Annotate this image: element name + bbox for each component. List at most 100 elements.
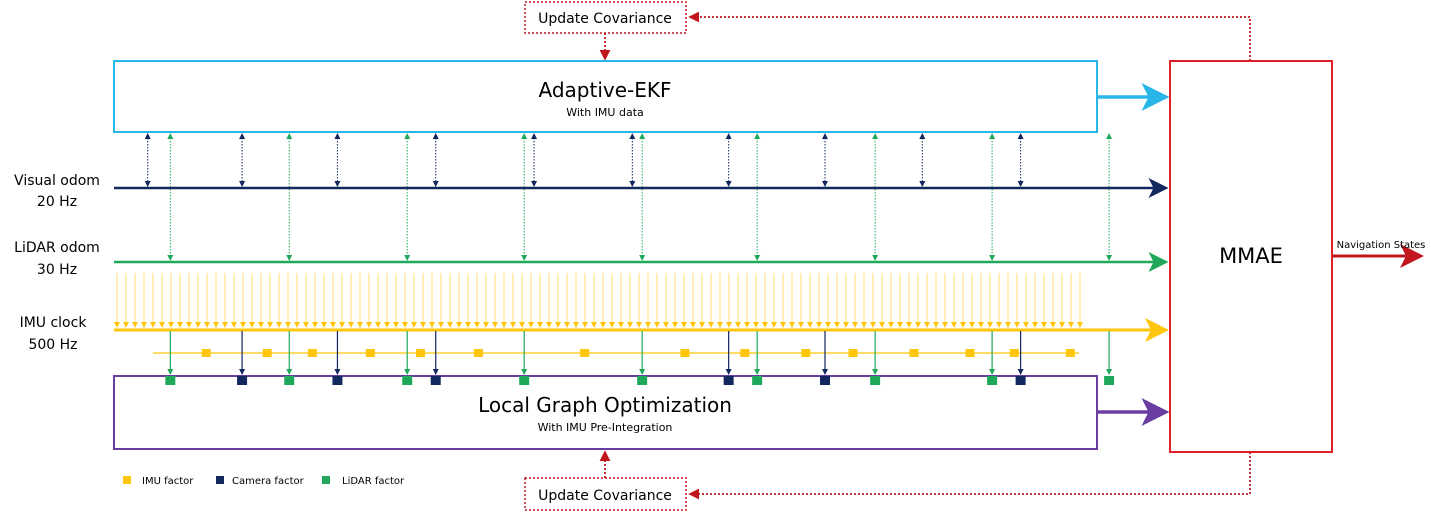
legend-imu-label: IMU factor bbox=[142, 476, 194, 487]
imu-tick-arrowhead bbox=[429, 322, 435, 328]
sensor-fusion-diagram: Update Covariance Adaptive-EKF With IMU … bbox=[14, 1, 1426, 511]
imu-tick-arrowhead bbox=[411, 322, 417, 328]
imu-tick-arrowhead bbox=[285, 322, 291, 328]
legend: IMU factor Camera factor LiDAR factor bbox=[123, 476, 405, 487]
imu-tick-arrowhead bbox=[177, 322, 183, 328]
imu-tick-arrowhead bbox=[645, 322, 651, 328]
imu-tick-arrowhead bbox=[402, 322, 408, 328]
imu-tick-arrowhead bbox=[627, 322, 633, 328]
lidar-ekf-arrowhead-up bbox=[872, 133, 879, 139]
lidar-factor-arrowhead bbox=[521, 369, 528, 375]
imu-tick-arrowhead bbox=[942, 322, 948, 328]
imu-tick-arrowhead bbox=[546, 322, 552, 328]
imu-tick-arrowhead bbox=[798, 322, 804, 328]
visual-ekf-arrowhead-up bbox=[144, 133, 151, 139]
camera-factor-arrowhead bbox=[1017, 369, 1024, 375]
imu-tick-arrowhead bbox=[213, 322, 219, 328]
imu-tick-arrowhead bbox=[1077, 322, 1083, 328]
camera-factor-node bbox=[1015, 376, 1026, 385]
imu-tick-arrowhead bbox=[276, 322, 282, 328]
imu-tick-arrowhead bbox=[1041, 322, 1047, 328]
visual-line-arrowhead bbox=[629, 181, 636, 187]
local-graph-optimization-subtitle: With IMU Pre-Integration bbox=[538, 421, 673, 434]
imu-tick-arrowhead bbox=[501, 322, 507, 328]
imu-tick-arrowhead bbox=[690, 322, 696, 328]
imu-tick-arrowhead bbox=[636, 322, 642, 328]
navigation-states-label: Navigation States bbox=[1337, 240, 1426, 251]
legend-lidar-label: LiDAR factor bbox=[342, 476, 405, 487]
lidar-line-arrowhead bbox=[167, 255, 174, 261]
measurement-link-layer bbox=[144, 133, 1113, 261]
imu-tick-arrowhead bbox=[240, 322, 246, 328]
imu-tick-arrowhead bbox=[1050, 322, 1056, 328]
imu-tick-arrowhead bbox=[330, 322, 336, 328]
update-covariance-top-label: Update Covariance bbox=[538, 11, 672, 27]
local-graph-optimization-title: Local Graph Optimization bbox=[478, 393, 732, 417]
imu-tick-arrowhead bbox=[753, 322, 759, 328]
imu-factor-node bbox=[201, 349, 211, 357]
lidar-ekf-arrowhead-up bbox=[754, 133, 761, 139]
imu-tick-arrowhead bbox=[879, 322, 885, 328]
imu-tick-arrowhead bbox=[843, 322, 849, 328]
imu-tick-arrowhead bbox=[789, 322, 795, 328]
lidar-line-arrowhead bbox=[521, 255, 528, 261]
imu-tick-layer bbox=[114, 273, 1083, 328]
camera-factor-arrowhead bbox=[821, 369, 828, 375]
imu-tick-arrowhead bbox=[1068, 322, 1074, 328]
lidar-ekf-arrowhead-up bbox=[404, 133, 411, 139]
imu-tick-arrowhead bbox=[897, 322, 903, 328]
imu-tick-arrowhead bbox=[168, 322, 174, 328]
imu-tick-arrowhead bbox=[231, 322, 237, 328]
lidar-factor-arrowhead bbox=[286, 369, 293, 375]
imu-tick-arrowhead bbox=[906, 322, 912, 328]
imu-factor-node bbox=[909, 349, 919, 357]
imu-tick-arrowhead bbox=[933, 322, 939, 328]
visual-odom-rate: 20 Hz bbox=[37, 194, 77, 210]
visual-ekf-arrowhead-up bbox=[1017, 133, 1024, 139]
lidar-factor-arrowhead bbox=[167, 369, 174, 375]
imu-tick-arrowhead bbox=[258, 322, 264, 328]
imu-tick-arrowhead bbox=[447, 322, 453, 328]
imu-tick-arrowhead bbox=[222, 322, 228, 328]
imu-tick-arrowhead bbox=[996, 322, 1002, 328]
visual-line-arrowhead bbox=[531, 181, 538, 187]
lidar-line-arrowhead bbox=[1106, 255, 1113, 261]
imu-tick-arrowhead bbox=[474, 322, 480, 328]
imu-tick-arrowhead bbox=[528, 322, 534, 328]
imu-tick-arrowhead bbox=[861, 322, 867, 328]
lidar-odom-rate: 30 Hz bbox=[37, 262, 77, 278]
feedback-bottom-path bbox=[688, 452, 1251, 500]
imu-tick-arrowhead bbox=[492, 322, 498, 328]
visual-line-arrowhead bbox=[144, 181, 151, 187]
imu-tick-arrowhead bbox=[762, 322, 768, 328]
imu-tick-arrowhead bbox=[951, 322, 957, 328]
lidar-factor-arrowhead bbox=[989, 369, 996, 375]
camera-factor-node bbox=[723, 376, 734, 385]
imu-clock-label: IMU clock bbox=[20, 315, 88, 331]
visual-ekf-arrowhead-up bbox=[334, 133, 341, 139]
imu-tick-arrowhead bbox=[348, 322, 354, 328]
visual-odom-label: Visual odom bbox=[14, 173, 100, 189]
lidar-ekf-arrowhead-up bbox=[639, 133, 646, 139]
imu-tick-arrowhead bbox=[1059, 322, 1065, 328]
imu-factor-node bbox=[580, 349, 590, 357]
imu-tick-arrowhead bbox=[366, 322, 372, 328]
adaptive-ekf-title: Adaptive-EKF bbox=[539, 78, 672, 102]
imu-tick-arrowhead bbox=[960, 322, 966, 328]
imu-tick-arrowhead bbox=[699, 322, 705, 328]
imu-factor-node bbox=[801, 349, 811, 357]
visual-line-arrowhead bbox=[432, 181, 439, 187]
imu-tick-arrowhead bbox=[717, 322, 723, 328]
imu-tick-arrowhead bbox=[708, 322, 714, 328]
update-covariance-bottom-label: Update Covariance bbox=[538, 488, 672, 504]
imu-tick-arrowhead bbox=[609, 322, 615, 328]
imu-tick-arrowhead bbox=[141, 322, 147, 328]
imu-tick-arrowhead bbox=[384, 322, 390, 328]
imu-tick-arrowhead bbox=[807, 322, 813, 328]
lidar-line-arrowhead bbox=[989, 255, 996, 261]
imu-tick-arrowhead bbox=[1032, 322, 1038, 328]
imu-tick-arrowhead bbox=[1023, 322, 1029, 328]
imu-tick-arrowhead bbox=[672, 322, 678, 328]
camera-factor-node bbox=[430, 376, 441, 385]
imu-tick-arrowhead bbox=[1014, 322, 1020, 328]
